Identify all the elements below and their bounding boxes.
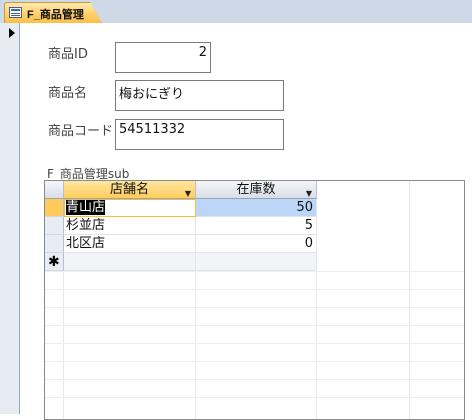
stock-cell[interactable]: 50	[196, 199, 317, 217]
new-record-row[interactable]: ✱	[45, 253, 317, 271]
stock-cell[interactable]: 0	[196, 235, 317, 253]
grid-row-line	[45, 379, 464, 380]
grid-row-line	[45, 271, 464, 272]
current-record-arrow-icon	[9, 28, 15, 38]
column-header-stock-label: 在庫数	[236, 182, 276, 197]
grid-row-line	[45, 361, 464, 362]
document-tab-strip: F_商品管理	[0, 0, 472, 23]
store-cell[interactable]: 杉並店	[64, 217, 196, 235]
form-detail: 商品ID 2 商品名 梅おにぎり 商品コード 54511332 F_商品管理su…	[20, 23, 472, 420]
store-cell[interactable]: 北区店	[64, 235, 196, 253]
product-name-label: 商品名	[48, 86, 88, 101]
column-header-store-label: 店舗名	[109, 182, 149, 197]
new-record-star-icon: ✱	[48, 254, 60, 270]
select-all-corner[interactable]	[45, 181, 64, 199]
product-id-label: 商品ID	[48, 47, 88, 62]
form-tab[interactable]: F_商品管理	[4, 2, 102, 23]
table-row[interactable]: 青山店 50	[45, 199, 317, 217]
new-record-selector[interactable]: ✱	[45, 253, 64, 271]
table-row[interactable]: 北区店 0	[45, 235, 317, 253]
grid-row-line	[45, 289, 464, 290]
grid-row-line	[45, 325, 464, 326]
record-selector[interactable]	[0, 23, 20, 414]
table-row[interactable]: 杉並店 5	[45, 217, 317, 235]
form-icon	[9, 7, 22, 18]
row-selector[interactable]	[45, 217, 64, 235]
grid-row-line	[45, 343, 464, 344]
form-tab-label: F_商品管理	[27, 9, 84, 21]
grid-row-line	[45, 397, 464, 398]
grid-column-line	[409, 181, 410, 419]
product-code-label: 商品コード	[48, 124, 114, 139]
row-selector[interactable]	[45, 235, 64, 253]
datasheet-header-row: 店舗名 ▼ 在庫数 ▼	[45, 181, 317, 199]
store-cell[interactable]: 青山店	[64, 199, 196, 217]
product-code-field[interactable]: 54511332	[115, 119, 284, 150]
new-store-cell[interactable]	[64, 253, 196, 271]
product-name-field[interactable]: 梅おにぎり	[115, 80, 284, 111]
grid-row-line	[45, 307, 464, 308]
subform-datasheet[interactable]: 店舗名 ▼ 在庫数 ▼ 青山店 50 杉並店 5 北区店 0 ✱	[44, 180, 465, 420]
new-stock-cell[interactable]	[196, 253, 317, 271]
row-selector[interactable]	[45, 199, 64, 217]
stock-cell[interactable]: 5	[196, 217, 317, 235]
column-header-store[interactable]: 店舗名 ▼	[64, 181, 196, 199]
product-id-field[interactable]: 2	[115, 42, 211, 73]
column-header-stock[interactable]: 在庫数 ▼	[196, 181, 317, 199]
